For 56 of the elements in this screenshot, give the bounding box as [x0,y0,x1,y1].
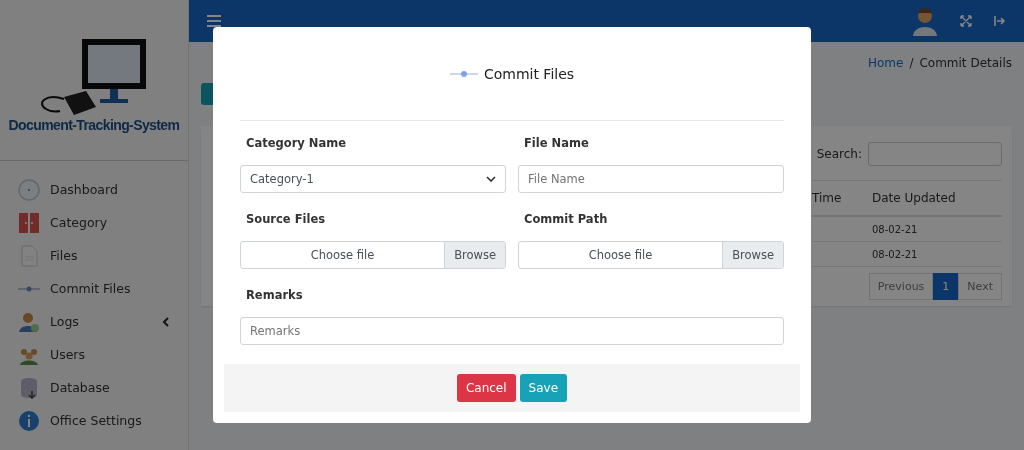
menu-icon[interactable] [207,15,221,27]
breadcrumb-current: Commit Details [919,56,1012,70]
file-input[interactable]: Choose file Browse [518,241,784,269]
commit-icon [18,285,40,292]
table-cell-text: 08-02-21 [871,248,919,260]
sidebar-label: Category [50,215,109,230]
sidebar-item[interactable]: Logs [0,305,188,338]
logo-text: Document-Tracking-System [8,117,180,133]
search-field[interactable] [868,142,1002,166]
input-field[interactable]: File Name [518,165,784,193]
sidebar-item[interactable]: Database [0,371,188,404]
sidebar-label: Users [50,347,86,362]
info-icon [18,409,40,432]
modal-title: Commit Files [483,65,575,82]
chevron-left-icon [162,316,170,327]
gauge-icon [18,178,40,201]
sidebar-item[interactable]: Commit Files [0,272,188,305]
page-button[interactable]: 1 [933,273,959,300]
previous-button[interactable]: Previous [868,273,934,300]
search-label: Search: [816,147,862,161]
double-door-icon [18,211,40,234]
fullscreen-icon[interactable] [960,15,972,27]
document-icon [18,244,40,267]
sidebar-label: Files [50,248,79,263]
file-input[interactable]: Choose file Browse [240,241,506,269]
sidebar-item[interactable]: Office Settings [0,404,188,437]
column-header[interactable]: Date Updated [862,191,1002,205]
sidebar-label: Database [50,380,111,395]
database-icon [18,376,40,399]
sidebar-label: Logs [50,314,80,329]
breadcrumb-link[interactable]: Home [867,56,904,70]
save-button[interactable]: Save [519,374,568,402]
sidebar-item[interactable]: Category [0,206,188,239]
sidebar-label: Commit Files [50,281,132,296]
sidebar-label: Office Settings [50,413,143,428]
sidebar-item[interactable]: Files [0,239,188,272]
category-select[interactable]: Category-1 [240,165,506,193]
field-label: File Name [523,135,590,152]
field-label: Category Name [245,135,347,152]
table-cell-text: 08-02-21 [871,223,919,235]
commit-icon [449,69,478,78]
field-label: Source Files [245,211,327,228]
sidebar-item[interactable]: Dashboard [0,173,188,206]
breadcrumb-separator: / [909,56,914,70]
sidebar-label: Dashboard [50,182,119,197]
input-field[interactable]: Remarks [240,317,784,345]
field-label: Commit Path [523,211,609,228]
field-label: Remarks [245,287,304,304]
avatar-icon[interactable] [912,6,938,36]
caret-icon [486,176,496,182]
cancel-button[interactable]: Cancel [456,374,516,402]
person-icon [18,310,40,333]
column-header[interactable]: Time [812,191,862,205]
logout-icon[interactable] [994,15,1006,27]
sidebar-item[interactable]: Users [0,338,188,371]
next-button[interactable]: Next [958,273,1002,300]
